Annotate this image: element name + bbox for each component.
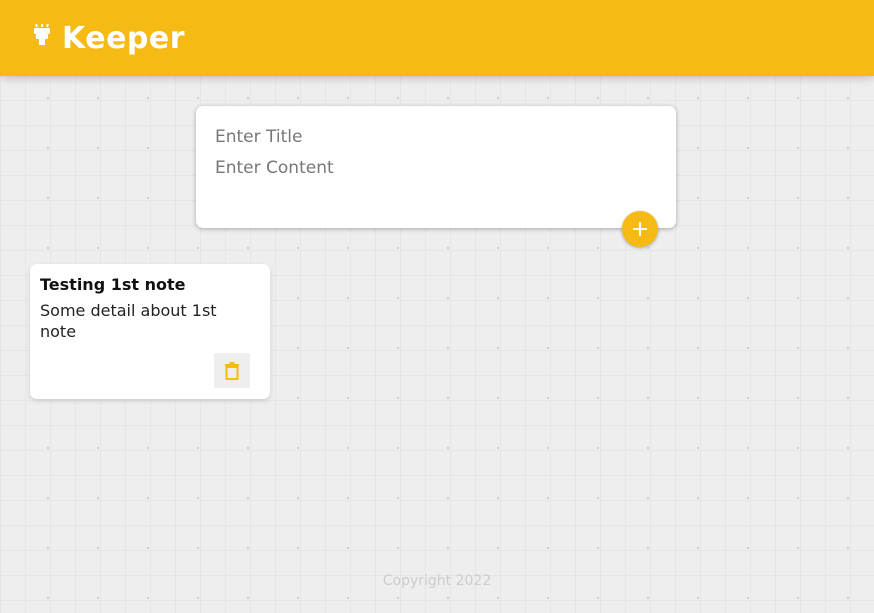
note-card: Testing 1st note Some detail about 1st n…	[30, 264, 270, 399]
note-content-input[interactable]	[215, 158, 655, 208]
create-note-form	[196, 106, 676, 228]
note-title: Testing 1st note	[40, 275, 186, 294]
footer: Copyright 2022	[0, 573, 874, 589]
add-note-button[interactable]	[622, 211, 658, 247]
app-title: Keeper	[62, 20, 186, 56]
copyright-text: Copyright 2022	[382, 573, 492, 589]
highlighter-icon	[34, 24, 50, 45]
delete-note-button[interactable]	[214, 353, 250, 388]
trash-icon	[225, 361, 239, 380]
app-header: Keeper	[0, 0, 874, 76]
note-content: Some detail about 1st note	[40, 301, 217, 341]
note-title-input[interactable]	[215, 124, 655, 150]
plus-icon	[633, 222, 647, 236]
